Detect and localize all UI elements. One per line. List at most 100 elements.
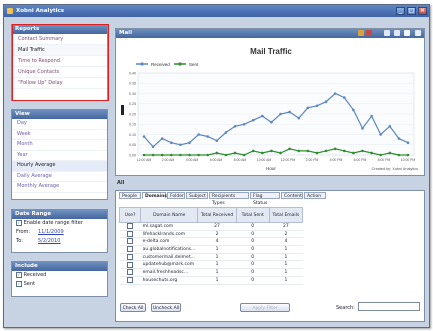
view-item-week[interactable]: Week (12, 130, 107, 140)
cell-domain: ml.sagat.com (140, 222, 198, 231)
from-date-link[interactable]: 11/1/2009 (38, 228, 64, 237)
col-domain-name[interactable]: Domain Name (140, 207, 199, 223)
row-use-checkbox[interactable] (127, 223, 134, 230)
view-item-daily-average[interactable]: Daily Average (12, 172, 107, 182)
to-label: To: (16, 238, 23, 244)
enable-date-filter-checkbox[interactable]: ✓ (16, 219, 22, 226)
tab-domains[interactable]: Domains (142, 192, 167, 199)
cell-total: 4 (269, 237, 303, 247)
x-tick-label: 6:00 PM (354, 158, 367, 162)
cell-received: 1 (197, 245, 237, 254)
report-item-mail-traffic[interactable]: Mail Traffic (12, 45, 107, 56)
data-point-received (279, 112, 282, 116)
cell-use (119, 230, 141, 239)
data-point-sent (379, 153, 382, 157)
app-logo-icon (7, 8, 13, 14)
tab-subject[interactable]: Subject (186, 192, 208, 199)
cell-domain: lifehacklrands.com (140, 230, 198, 239)
view-item-monthly-average[interactable]: Monthly Average (12, 182, 107, 193)
include-received-row[interactable]: ✓ Received (12, 271, 107, 280)
row-use-checkbox[interactable] (127, 269, 134, 276)
table-row[interactable]: ml.sagat.com 27 0 27 (119, 222, 303, 231)
view-item-day[interactable]: Day (12, 119, 107, 130)
chart-icon[interactable] (358, 30, 364, 36)
print-icon[interactable] (415, 30, 421, 36)
cell-received: 1 (197, 253, 237, 262)
uncheck-all-button[interactable]: Uncheck All (151, 303, 181, 312)
plot-area: 0.00 0.05 0.10 0.15 0.20 0.25 0.30 0.35 0.40 12:0… (129, 71, 415, 162)
table-row[interactable]: updatehub@mark.com 1 0 1 (119, 260, 303, 270)
cell-sent: 0 (236, 237, 270, 247)
row-use-checkbox[interactable] (127, 238, 134, 245)
enable-date-filter-row[interactable]: ✓ Enable date range filter (12, 219, 107, 228)
report-item-unique-contacts[interactable]: Unique Contacts (12, 67, 107, 78)
mail-traffic-chart: Mail Traffic Received Sent 0.000.050.100… (129, 47, 418, 171)
row-use-checkbox[interactable] (127, 230, 134, 237)
from-label: From: (16, 229, 31, 235)
include-sent-row[interactable]: ✓ Sent (12, 280, 107, 289)
row-use-checkbox[interactable] (127, 261, 134, 268)
report-item-label: "Follow Up" Delay (18, 80, 63, 86)
sent-checkbox[interactable]: ✓ (16, 280, 22, 287)
view-item-label: Hourly Average (17, 162, 56, 168)
search-input[interactable] (358, 302, 420, 311)
table-row[interactable]: email.freshheadsc... 1 0 1 (119, 268, 303, 277)
data-point-sent (406, 153, 410, 157)
copy-icon[interactable] (394, 30, 400, 36)
cell-total: 1 (269, 276, 303, 285)
data-point-received (197, 133, 200, 136)
row-use-checkbox[interactable] (127, 253, 134, 260)
data-point-sent (224, 153, 228, 157)
minimize-icon[interactable]: _ (396, 7, 405, 15)
col-use[interactable]: Use? (118, 207, 142, 223)
cell-total: 2 (269, 230, 303, 239)
export-icon[interactable] (384, 30, 390, 36)
to-date-link[interactable]: 5/2/2010 (38, 237, 60, 246)
table-row[interactable]: housechuts.org 1 0 1 (119, 276, 303, 285)
table-row[interactable]: e-delta.com 4 0 4 (119, 237, 303, 247)
col-total-received[interactable]: Total Received (197, 207, 237, 223)
view-item-hourly-average[interactable]: Hourly Average (12, 161, 107, 172)
report-item-label: Unique Contacts (18, 69, 60, 75)
data-point-sent (388, 151, 392, 155)
table-row[interactable]: au.globalnotifications... 1 0 1 (119, 245, 303, 254)
view-item-month[interactable]: Month (12, 140, 107, 151)
table-row[interactable]: customermail.delmet... 1 0 1 (119, 253, 303, 262)
tab-people[interactable]: People (119, 192, 141, 199)
x-tick-label: 12:00 AM (137, 158, 152, 162)
data-point-received (288, 110, 291, 114)
cell-sent: 0 (236, 222, 270, 231)
sent-label: Sent (23, 281, 35, 287)
tab-action[interactable]: Action (304, 192, 326, 199)
apply-filter-button[interactable]: Apply Filter (240, 303, 290, 312)
x-axis-label: Hour (266, 166, 276, 171)
check-all-button[interactable]: Check All (120, 303, 146, 312)
tab-folder[interactable]: Folder (167, 192, 185, 199)
x-tick-label: 2:00 PM (306, 158, 319, 162)
legend-sent-marker (178, 62, 182, 66)
view-item-year[interactable]: Year (12, 151, 107, 161)
cell-received: 4 (197, 237, 237, 247)
data-point-sent (151, 153, 155, 157)
save-icon[interactable] (404, 30, 410, 36)
cell-domain: au.globalnotifications... (140, 245, 198, 254)
row-use-checkbox[interactable] (127, 246, 134, 253)
tab-recipients-types[interactable]: Recipients Types (209, 192, 249, 206)
col-total-sent[interactable]: Total Sent (235, 207, 270, 223)
search-label: Search: (336, 305, 355, 311)
row-use-checkbox[interactable] (127, 276, 134, 283)
report-item-follow-up-delay[interactable]: "Follow Up" Delay (12, 78, 107, 89)
tab-content[interactable]: Content (281, 192, 303, 199)
close-icon[interactable]: × (418, 7, 427, 15)
tab-flag-status[interactable]: Flag Status (250, 192, 280, 206)
cell-received: 27 (197, 222, 237, 231)
data-point-sent (397, 153, 401, 157)
chart-legend: Received Sent (136, 62, 199, 67)
maximize-icon[interactable]: □ (407, 7, 416, 15)
report-item-contact-summary[interactable]: Contact Summary (12, 34, 107, 45)
received-checkbox[interactable]: ✓ (16, 271, 22, 278)
report-item-time-to-respond[interactable]: Time to Respond (12, 56, 107, 67)
col-total-emails[interactable]: Total Emails (268, 207, 304, 223)
table-row[interactable]: lifehacklrands.com 2 0 2 (119, 230, 303, 239)
delete-icon[interactable] (366, 30, 372, 36)
